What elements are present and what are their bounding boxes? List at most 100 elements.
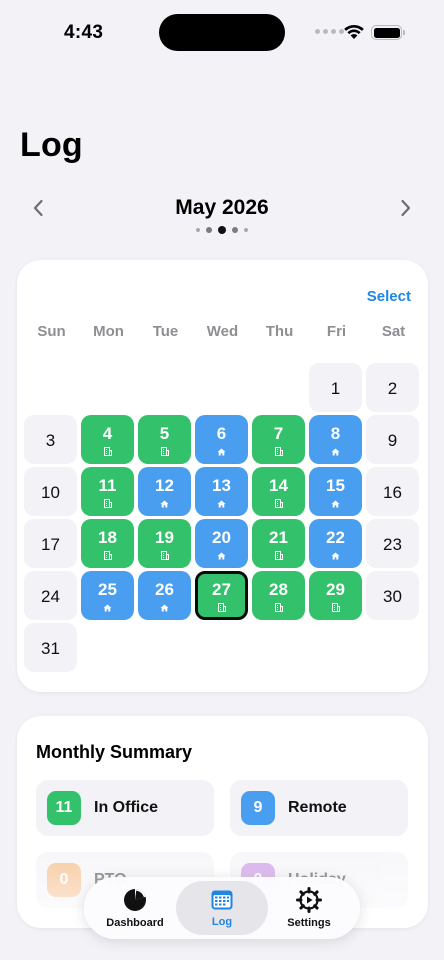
next-month-button[interactable] — [390, 192, 422, 224]
dynamic-island — [159, 14, 285, 51]
day-number: 6 — [216, 424, 227, 443]
day-number: 18 — [98, 528, 117, 547]
day-number: 14 — [269, 476, 288, 495]
month-label: May 2026 — [175, 196, 269, 219]
calendar-day[interactable]: 11 — [81, 467, 134, 516]
day-number: 7 — [273, 424, 284, 443]
count-badge: 9 — [241, 791, 275, 825]
day-number: 5 — [159, 424, 170, 443]
calendar-day[interactable]: 30 — [366, 571, 419, 620]
calendar-day[interactable]: 5 — [138, 415, 191, 464]
tab-label: Log — [211, 916, 233, 928]
calendar-day[interactable]: 17 — [24, 519, 77, 568]
calendar-icon — [211, 890, 233, 910]
building-icon — [274, 551, 283, 560]
calendar-day[interactable]: 14 — [252, 467, 305, 516]
calendar-day[interactable]: 26 — [138, 571, 191, 620]
remote-marker — [331, 499, 340, 508]
calendar-day[interactable]: 19 — [138, 519, 191, 568]
remote-marker — [160, 499, 169, 508]
remote-marker — [103, 603, 112, 612]
calendar-day[interactable]: 9 — [366, 415, 419, 464]
calendar-day[interactable]: 25 — [81, 571, 134, 620]
calendar-day[interactable]: 7 — [252, 415, 305, 464]
calendar-day[interactable]: 1 — [309, 363, 362, 412]
day-number: 23 — [383, 534, 402, 554]
building-icon — [103, 499, 112, 508]
house-icon — [217, 500, 226, 507]
remote-stat[interactable]: 9 Remote — [230, 780, 408, 836]
calendar-day[interactable]: 4 — [81, 415, 134, 464]
calendar-day[interactable]: 23 — [366, 519, 419, 568]
calendar-day[interactable]: 2 — [366, 363, 419, 412]
month-navigation: May 2026 — [0, 192, 444, 224]
month-page-indicator[interactable] — [0, 226, 444, 234]
office-marker — [217, 603, 226, 612]
building-icon — [274, 447, 283, 456]
house-icon — [217, 552, 226, 559]
day-number: 12 — [155, 476, 174, 495]
calendar-day[interactable]: 18 — [81, 519, 134, 568]
calendar-day[interactable]: 16 — [366, 467, 419, 516]
select-button[interactable]: Select — [367, 288, 411, 305]
day-number: 25 — [98, 580, 117, 599]
house-icon — [217, 448, 226, 455]
weekday-label: Wed — [206, 323, 239, 340]
calendar-day[interactable]: 31 — [24, 623, 77, 672]
wifi-icon — [344, 24, 364, 39]
office-marker — [103, 499, 112, 508]
calendar-day[interactable]: 28 — [252, 571, 305, 620]
calendar-day[interactable]: 13 — [195, 467, 248, 516]
day-number: 3 — [45, 430, 56, 450]
day-number: 26 — [155, 580, 174, 599]
office-marker — [274, 551, 283, 560]
day-number: 20 — [212, 528, 231, 547]
house-icon — [331, 448, 340, 455]
tab-bar: Dashboard Log Settings — [84, 877, 360, 939]
weekday-label: Sat — [381, 323, 406, 340]
battery-icon — [371, 25, 405, 40]
stat-label: Remote — [288, 799, 347, 816]
calendar-day[interactable]: 3 — [24, 415, 77, 464]
weekday-label: Sun — [37, 323, 66, 340]
calendar-day[interactable]: 24 — [24, 571, 77, 620]
building-icon — [274, 499, 283, 508]
calendar-day[interactable]: 8 — [309, 415, 362, 464]
calendar-day[interactable]: 6 — [195, 415, 248, 464]
calendar-day[interactable]: 15 — [309, 467, 362, 516]
cellular-signal-icon — [315, 29, 344, 34]
count-badge: 11 — [47, 791, 81, 825]
weekday-label: Mon — [93, 323, 124, 340]
office-marker — [274, 499, 283, 508]
weekday-header: Sun Mon Tue Wed Thu Fri Sat — [23, 323, 422, 340]
calendar-day[interactable]: 29 — [309, 571, 362, 620]
day-number: 8 — [330, 424, 341, 443]
day-number: 30 — [383, 586, 402, 606]
in-office-stat[interactable]: 11 In Office — [36, 780, 214, 836]
tab-label: Settings — [287, 917, 331, 929]
calendar-day[interactable]: 20 — [195, 519, 248, 568]
calendar-day[interactable]: 27 — [195, 571, 248, 620]
house-icon — [331, 552, 340, 559]
house-icon — [160, 604, 169, 611]
calendar-day[interactable]: 21 — [252, 519, 305, 568]
day-number: 29 — [326, 580, 345, 599]
tab-dashboard[interactable]: Dashboard — [94, 877, 176, 939]
day-number: 13 — [212, 476, 231, 495]
calendar-card: Select Sun Mon Tue Wed Thu Fri Sat 12345… — [17, 260, 428, 692]
day-number: 31 — [41, 638, 60, 658]
calendar-day[interactable]: 12 — [138, 467, 191, 516]
tab-label: Dashboard — [106, 917, 164, 929]
calendar-days-grid: 1 2 3 4 5 6 7 8 9 10 11 12 13 14 15 16 17 18 19 20 21 22 23 24 2… — [24, 363, 419, 672]
calendar-day[interactable]: 10 — [24, 467, 77, 516]
tab-log[interactable]: Log — [176, 881, 268, 935]
day-number: 16 — [383, 482, 402, 502]
day-number: 24 — [41, 586, 60, 606]
day-number: 21 — [269, 528, 288, 547]
office-marker — [103, 447, 112, 456]
tab-settings[interactable]: Settings — [268, 877, 350, 939]
house-icon — [331, 500, 340, 507]
day-number: 28 — [269, 580, 288, 599]
day-number: 27 — [212, 580, 231, 599]
calendar-day[interactable]: 22 — [309, 519, 362, 568]
